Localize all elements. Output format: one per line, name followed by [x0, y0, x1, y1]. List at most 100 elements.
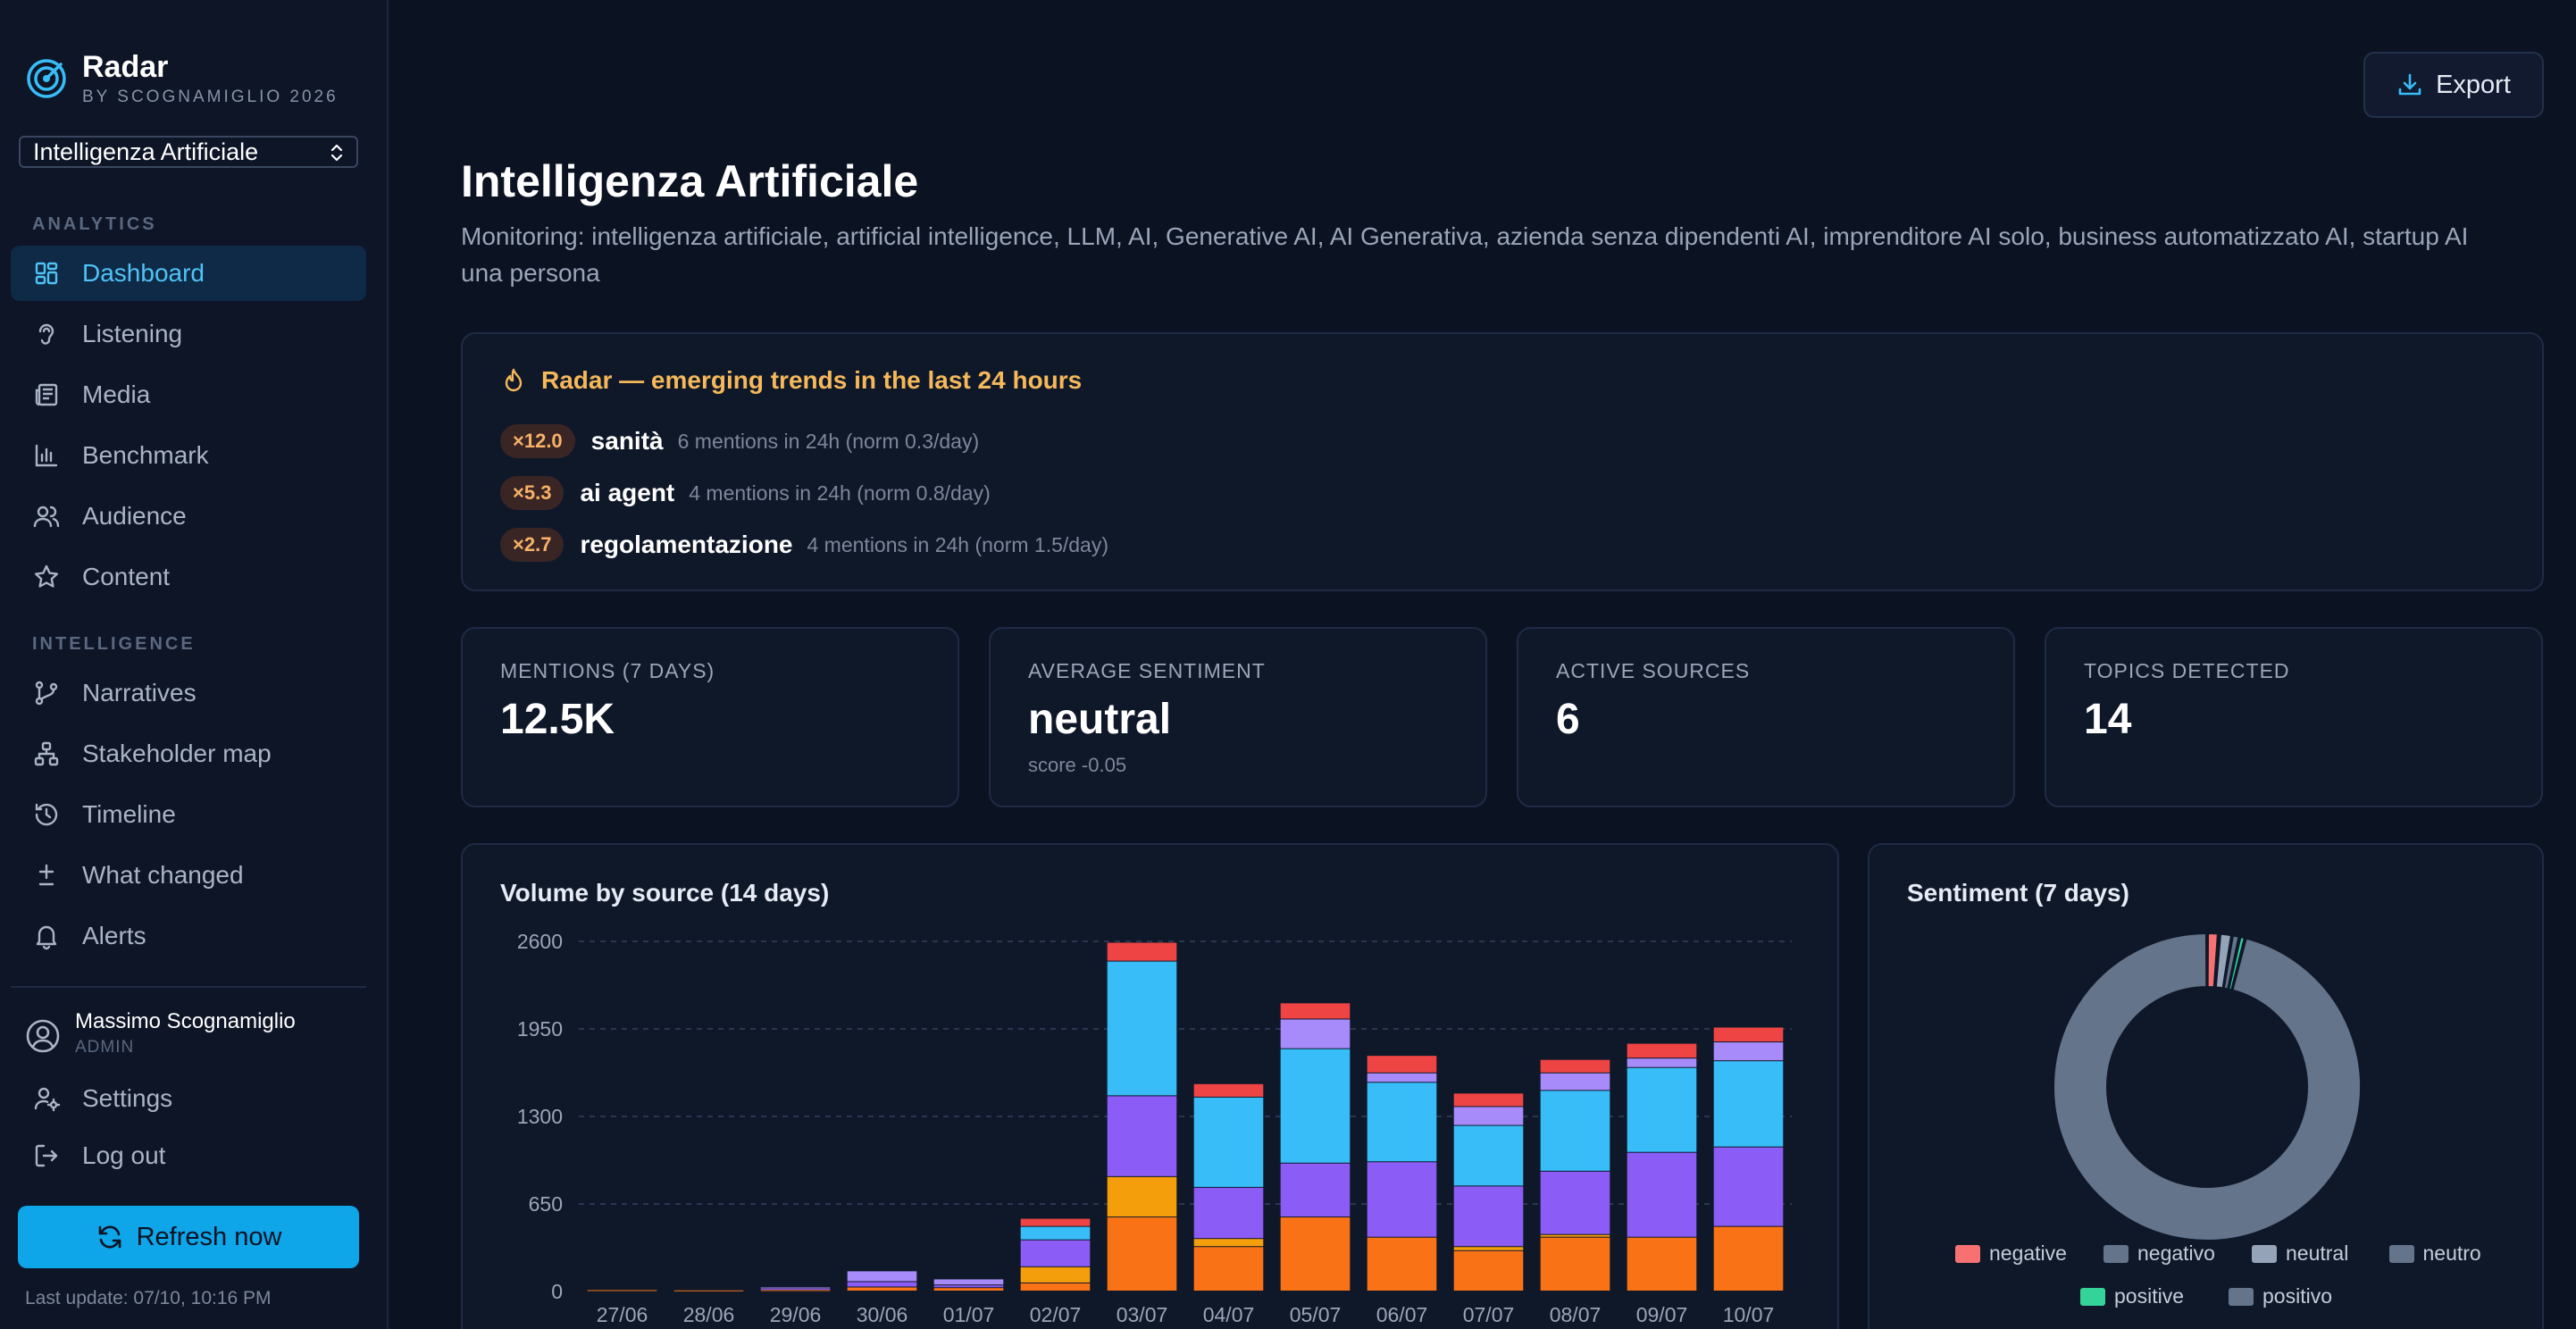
trend-meta: 4 mentions in 24h (norm 0.8/day) — [689, 481, 991, 505]
bar-segment — [847, 1271, 917, 1282]
bar-segment — [1280, 1019, 1351, 1049]
user-name: Massimo Scognamiglio — [75, 1009, 296, 1033]
legend-label: positive — [2114, 1284, 2184, 1308]
volume-bar-chart: 0 650 1300 1950 2600 27/06 28/06 29/06 30/06 01/0… — [517, 930, 1792, 1326]
sidebar-item-audience[interactable]: Audience — [11, 489, 366, 544]
trends-title-text: Radar — emerging trends in the last 24 h… — [541, 366, 1083, 394]
bar-segment — [1020, 1226, 1091, 1240]
bar-segment — [1453, 1125, 1524, 1186]
branch-icon — [32, 679, 61, 707]
sidebar-item-what-changed[interactable]: What changed — [11, 848, 366, 903]
sidebar-divider — [11, 986, 366, 988]
sidebar-item-alerts[interactable]: Alerts — [11, 908, 366, 964]
kpi-value: 6 — [1556, 696, 1580, 743]
legend-item[interactable]: neutral — [2252, 1241, 2348, 1266]
y-tick-label: 1300 — [517, 1105, 563, 1128]
sidebar-item-label: Benchmark — [82, 441, 209, 469]
x-tick-label: 09/07 — [1636, 1303, 1688, 1326]
sidebar-item-label: Timeline — [82, 800, 176, 828]
page-description: Monitoring: intelligenza artificiale, ar… — [461, 222, 2469, 287]
dashboard-icon — [32, 259, 61, 288]
bar-segment — [1020, 1218, 1091, 1226]
legend-label: neutral — [2286, 1241, 2349, 1265]
chevron-up-down-icon — [330, 144, 343, 162]
bar-segment — [1193, 1187, 1264, 1239]
bar-segment — [847, 1282, 917, 1287]
sidebar-item-stakeholder-map[interactable]: Stakeholder map — [11, 726, 366, 782]
bar-segment — [760, 1288, 831, 1290]
trend-meta: 6 mentions in 24h (norm 0.3/day) — [677, 429, 980, 453]
legend-label: negativo — [2137, 1241, 2215, 1265]
bar-segment — [1020, 1240, 1091, 1266]
kpi-label: TOPICS DETECTED — [2084, 659, 2290, 682]
trend-term: sanità — [590, 427, 664, 455]
bar-segment — [1107, 1217, 1177, 1291]
sidebar-item-label: Log out — [82, 1141, 166, 1169]
kpi-label: ACTIVE SOURCES — [1556, 659, 1751, 682]
kpi-card-mentions: MENTIONS (7 DAYS) 12.5K — [461, 627, 959, 807]
project-select[interactable]: Intelligenza Artificiale — [19, 136, 358, 168]
refresh-now-button[interactable]: Refresh now — [18, 1206, 359, 1268]
sidebar-item-benchmark[interactable]: Benchmark — [11, 428, 366, 483]
sidebar-item-content[interactable]: Content — [11, 549, 366, 605]
download-icon — [2398, 73, 2421, 96]
bar-segment — [587, 1290, 657, 1291]
kpi-subtext: score -0.05 — [1028, 754, 1127, 776]
trend-multiplier-badge: ×5.3 — [500, 476, 565, 510]
sidebar: Radar BY SCOGNAMIGLIO 2026 Intelligenza … — [0, 0, 389, 1329]
sidebar-item-label: Stakeholder map — [82, 740, 272, 767]
user-profile: Massimo Scognamiglio ADMIN — [25, 1009, 296, 1057]
x-tick-label: 30/06 — [857, 1303, 908, 1326]
bar-segment — [1193, 1239, 1264, 1247]
sidebar-item-media[interactable]: Media — [11, 367, 366, 422]
y-tick-label: 650 — [529, 1192, 563, 1216]
kpi-value: 14 — [2084, 696, 2132, 743]
x-tick-label: 04/07 — [1203, 1303, 1255, 1326]
bar-segment — [1367, 1237, 1437, 1291]
x-tick-label: 02/07 — [1030, 1303, 1082, 1326]
bar-segment — [1193, 1083, 1264, 1097]
x-tick-label: 29/06 — [770, 1303, 822, 1326]
bar-segment — [847, 1287, 917, 1291]
brand[interactable]: Radar BY SCOGNAMIGLIO 2026 — [25, 50, 339, 107]
bar-segment — [760, 1290, 831, 1291]
bar-segment — [933, 1288, 1004, 1291]
pie-slice — [2053, 932, 2362, 1241]
bar-segment — [760, 1287, 831, 1289]
bar-segment — [1540, 1059, 1610, 1073]
volume-by-source-card: Volume by source (14 days) 0 650 1300 1950 2… — [461, 843, 1839, 1329]
sidebar-item-label: Narratives — [82, 679, 197, 706]
trend-row[interactable]: ×12.0 sanità 6 mentions in 24h (norm 0.3… — [500, 423, 979, 459]
legend-item[interactable]: neutro — [2388, 1241, 2481, 1266]
sidebar-item-logout[interactable]: Log out — [11, 1128, 366, 1183]
sidebar-item-label: Media — [82, 380, 151, 408]
sidebar-item-narratives[interactable]: Narratives — [11, 665, 366, 721]
trend-row[interactable]: ×5.3 ai agent 4 mentions in 24h (norm 0.… — [500, 475, 991, 511]
sidebar-item-dashboard[interactable]: Dashboard — [11, 246, 366, 301]
bar-segment — [1713, 1027, 1784, 1042]
sidebar-item-timeline[interactable]: Timeline — [11, 787, 366, 842]
legend-item[interactable]: positivo — [2229, 1284, 2332, 1308]
bar-segment — [1367, 1056, 1437, 1073]
legend-item[interactable]: positive — [2080, 1284, 2184, 1308]
logout-icon — [32, 1141, 61, 1170]
user-settings-icon — [32, 1084, 61, 1113]
legend-item[interactable]: negativo — [2103, 1241, 2215, 1266]
legend-swatch — [2080, 1287, 2105, 1306]
user-avatar-icon — [26, 1019, 60, 1053]
user-role: ADMIN — [75, 1038, 135, 1057]
section-label-intelligence: INTELLIGENCE — [32, 634, 196, 654]
newspaper-icon — [32, 380, 61, 409]
trend-row[interactable]: ×2.7 regolamentazione 4 mentions in 24h … — [500, 527, 1108, 563]
legend-swatch — [2103, 1244, 2129, 1263]
history-icon — [32, 800, 61, 829]
legend-swatch — [2229, 1287, 2254, 1306]
sidebar-item-listening[interactable]: Listening — [11, 306, 366, 362]
y-tick-label: 1950 — [517, 1017, 563, 1041]
sidebar-item-settings[interactable]: Settings — [11, 1071, 366, 1126]
export-button[interactable]: Export — [2363, 52, 2544, 118]
bar-segment — [1713, 1147, 1784, 1226]
legend-item[interactable]: negative — [1955, 1241, 2067, 1266]
legend-label: positivo — [2262, 1284, 2332, 1308]
legend-swatch — [1955, 1244, 1980, 1263]
